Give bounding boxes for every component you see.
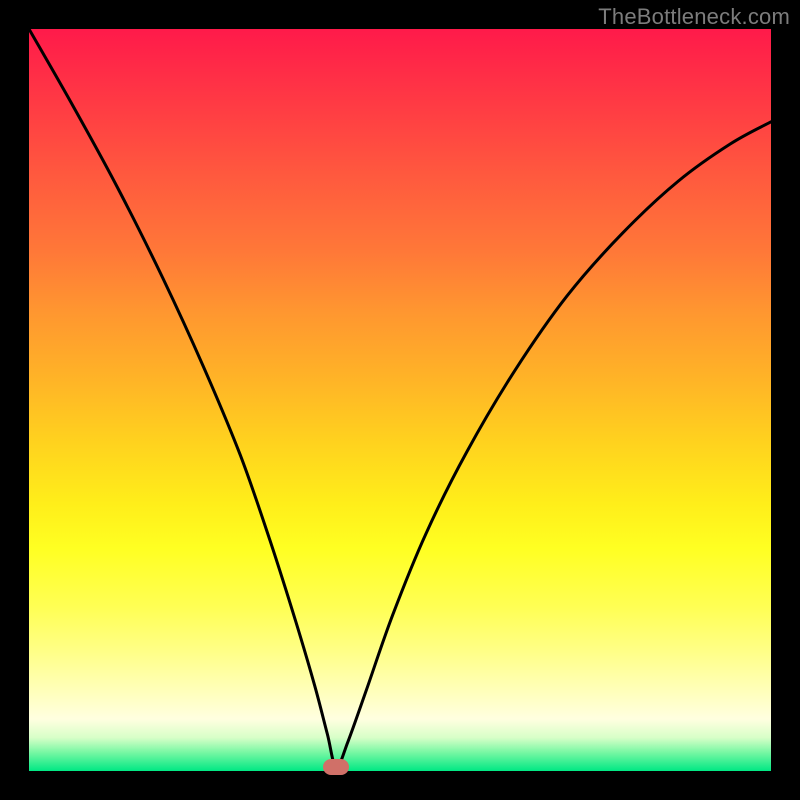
chart-frame: TheBottleneck.com — [0, 0, 800, 800]
bottleneck-curve — [29, 29, 771, 771]
watermark-text: TheBottleneck.com — [598, 4, 790, 30]
optimal-point-marker — [323, 759, 349, 775]
